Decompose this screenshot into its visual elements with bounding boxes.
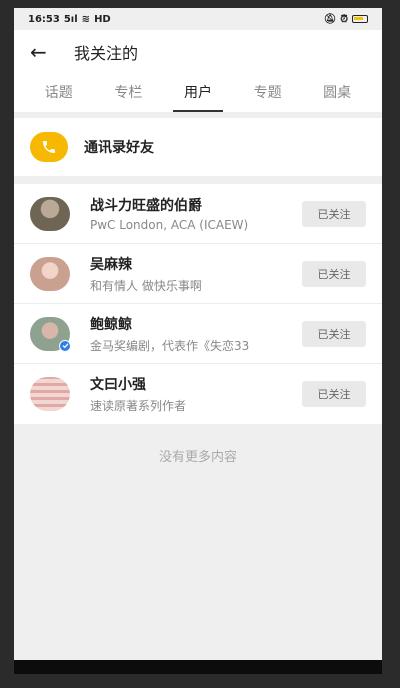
following-button[interactable]: 已关注 <box>302 260 366 287</box>
network-type: HD <box>94 13 111 25</box>
mute-icon: 🔕︎ <box>323 13 337 25</box>
user-avatar[interactable] <box>30 377 70 411</box>
user-row[interactable]: 吴麻辣 和有情人 做快乐事啊 已关注 <box>14 244 382 304</box>
tab-collections[interactable]: 专题 <box>233 74 303 112</box>
user-list: 战斗力旺盛的伯爵 PwC London, ACA (ICAEW) 已关注 吴麻辣… <box>14 184 382 424</box>
user-row[interactable]: 文曰小强 速读原著系列作者 已关注 <box>14 364 382 424</box>
app-header: ← 我关注的 <box>14 30 382 74</box>
user-description: 速读原著系列作者 <box>90 399 187 413</box>
verified-badge-icon <box>59 339 71 352</box>
user-name: 战斗力旺盛的伯爵 <box>90 198 202 214</box>
bottom-bezel <box>14 660 382 674</box>
clock: 16:53 <box>28 13 60 25</box>
phone-icon <box>30 132 68 162</box>
following-button[interactable]: 已关注 <box>302 320 366 347</box>
battery-icon <box>352 15 368 23</box>
user-row[interactable]: 战斗力旺盛的伯爵 PwC London, ACA (ICAEW) 已关注 <box>14 184 382 244</box>
tab-columns[interactable]: 专栏 <box>94 74 164 112</box>
following-button[interactable]: 已关注 <box>302 200 366 227</box>
user-avatar[interactable] <box>30 316 71 352</box>
following-button[interactable]: 已关注 <box>302 381 366 407</box>
phone-screen: 16:53 5ıl ≋ HD 🔕︎ ⏰︎ ← 我关注的 话题 专栏 用户 专题 … <box>14 8 382 674</box>
user-name: 吴麻辣 <box>90 256 132 273</box>
user-description: 和有情人 做快乐事啊 <box>90 278 202 293</box>
status-bar: 16:53 5ıl ≋ HD 🔕︎ ⏰︎ <box>14 8 382 30</box>
tab-users[interactable]: 用户 <box>163 74 233 112</box>
user-avatar[interactable] <box>30 196 70 231</box>
wifi-icon: ≋ <box>81 13 91 25</box>
page-title: 我关注的 <box>74 44 139 63</box>
user-name: 鲍鲸鲸 <box>90 316 132 333</box>
tab-topics[interactable]: 话题 <box>24 74 94 112</box>
contacts-friends-row[interactable]: 通讯录好友 <box>14 118 382 176</box>
tab-roundtable[interactable]: 圆桌 <box>302 74 372 112</box>
no-more-content-label: 没有更多内容 <box>158 450 237 465</box>
user-description: PwC London, ACA (ICAEW) <box>90 218 249 232</box>
contacts-label: 通讯录好友 <box>84 140 154 156</box>
back-arrow-icon[interactable]: ← <box>30 40 60 64</box>
alarm-icon: ⏰︎ <box>340 13 348 25</box>
user-description: 金马奖编剧，代表作《失恋33 <box>90 338 250 353</box>
user-avatar[interactable] <box>30 256 70 291</box>
user-name: 文曰小强 <box>90 377 146 393</box>
tab-bar: 话题 专栏 用户 专题 圆桌 <box>14 74 382 112</box>
user-row[interactable]: 鲍鲸鲸 金马奖编剧，代表作《失恋33 已关注 <box>14 304 382 364</box>
signal-icon: 5ıl <box>63 13 78 25</box>
